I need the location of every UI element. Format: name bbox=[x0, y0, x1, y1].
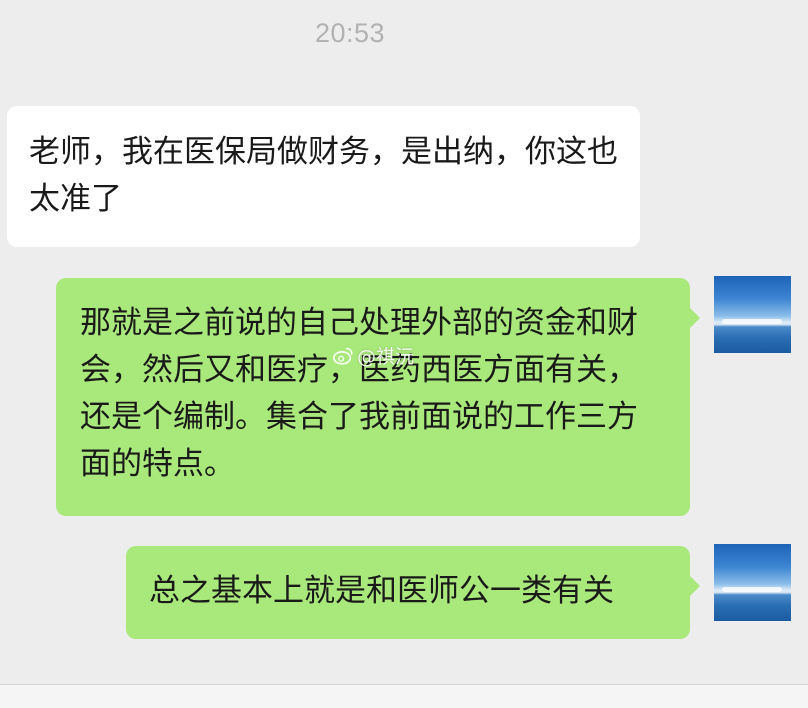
outgoing-message-bubble[interactable]: 总之基本上就是和医师公一类有关 bbox=[126, 546, 700, 639]
avatar[interactable] bbox=[714, 276, 791, 353]
watermark: @祺沅 bbox=[332, 342, 414, 369]
message-text: 老师，我在医保局做财务，是出纳，你这也太准了 bbox=[29, 134, 618, 217]
input-bar bbox=[0, 685, 808, 708]
watermark-text: @祺沅 bbox=[357, 346, 415, 368]
bubble-tail bbox=[690, 576, 700, 596]
weibo-icon bbox=[333, 347, 353, 365]
outgoing-message-bubble[interactable]: 那就是之前说的自己处理外部的资金和财会，然后又和医疗，医药西医方面有关，还是个编… bbox=[56, 278, 700, 516]
message-text: 那就是之前说的自己处理外部的资金和财会，然后又和医疗，医药西医方面有关，还是个编… bbox=[80, 305, 638, 482]
bubble-tail bbox=[690, 308, 700, 328]
avatar[interactable] bbox=[714, 544, 791, 621]
avatar-cloud-detail bbox=[722, 587, 782, 592]
incoming-message-bubble[interactable]: 老师，我在医保局做财务，是出纳，你这也太准了 bbox=[7, 106, 640, 247]
avatar-cloud-detail bbox=[722, 319, 782, 324]
message-text: 总之基本上就是和医师公一类有关 bbox=[149, 573, 614, 609]
message-timestamp: 20:53 bbox=[314, 18, 386, 48]
